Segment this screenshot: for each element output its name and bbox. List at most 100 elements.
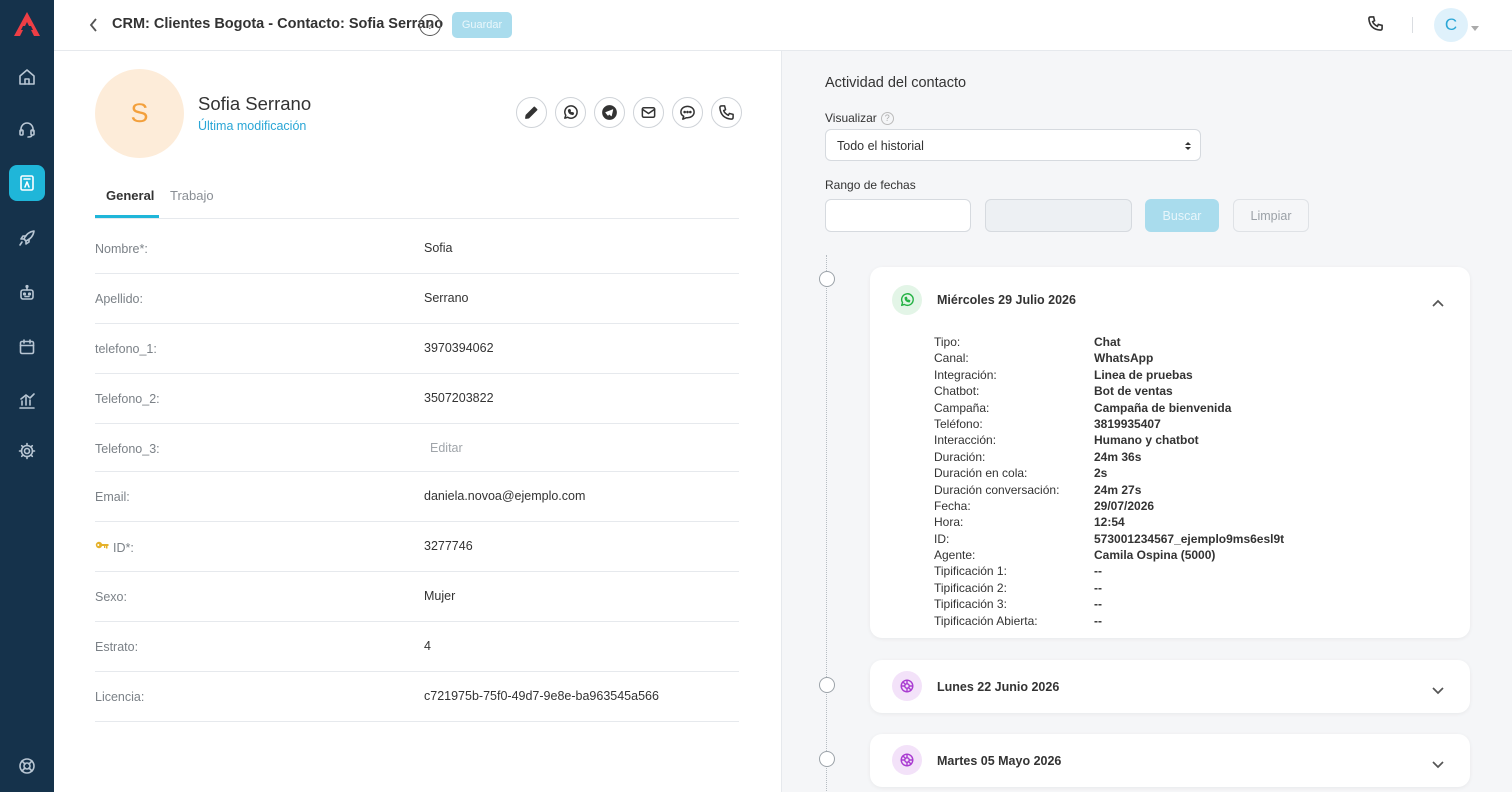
detail-label: Interacción: — [934, 433, 997, 448]
channel-badge — [892, 285, 922, 315]
user-avatar[interactable]: C — [1434, 8, 1468, 42]
page-title: CRM: Clientes Bogota - Contacto: Sofia S… — [112, 16, 444, 32]
field-label: telefono_1: — [95, 342, 157, 356]
detail-value: Campaña de bienvenida — [1094, 400, 1232, 415]
field-value[interactable]: 4 — [424, 639, 431, 653]
field-label: Email: — [95, 490, 130, 504]
save-button[interactable]: Guardar — [452, 12, 512, 38]
activity-date: Miércoles 29 Julio 2026 — [937, 293, 1076, 307]
activity-card-header[interactable]: Martes 05 Mayo 2026 — [870, 734, 1470, 786]
field-label: Telefono_2: — [95, 392, 160, 406]
sidebar-item-contacts[interactable] — [9, 165, 45, 201]
sidebar-item-bots[interactable] — [9, 275, 45, 311]
field-value[interactable]: Serrano — [424, 291, 468, 305]
sidebar-item-help-center[interactable] — [9, 748, 45, 784]
last-modified-link[interactable]: Última modificación — [198, 119, 306, 133]
activity-details: Tipo: Chat Canal: WhatsApp Integración: Lin… — [934, 335, 1454, 630]
detail-row: Tipificación 3: -- — [934, 597, 1454, 613]
contact-panel: S Sofia Serrano Última modificación Gene… — [54, 51, 781, 792]
field-label: Licencia: — [95, 690, 145, 704]
search-button[interactable]: Buscar — [1145, 199, 1219, 232]
whatsapp-button[interactable] — [555, 97, 586, 128]
detail-row: Tipo: Chat — [934, 335, 1454, 351]
detail-value: 3819935407 — [1094, 416, 1161, 431]
detail-value: 2s — [1094, 466, 1108, 481]
phone-icon — [719, 105, 734, 120]
edit-button[interactable] — [516, 97, 547, 128]
email-button[interactable] — [633, 97, 664, 128]
field-value[interactable]: Sofia — [424, 241, 453, 255]
detail-label: Duración: — [934, 449, 986, 464]
user-menu-caret[interactable] — [1471, 19, 1479, 31]
edit-placeholder[interactable]: Editar — [430, 441, 463, 455]
sidebar-item-home[interactable] — [9, 59, 45, 95]
detail-value: Humano y chatbot — [1094, 433, 1199, 448]
edit-icon — [525, 106, 538, 119]
brand-logo[interactable] — [12, 10, 42, 38]
sidebar-item-support[interactable] — [9, 111, 45, 147]
expand-button[interactable] — [1432, 756, 1444, 769]
detail-row: Interacción: Humano y chatbot — [934, 433, 1454, 449]
activity-card: Miércoles 29 Julio 2026 Tipo: Chat Canal:… — [870, 267, 1470, 638]
detail-row: Duración en cola: 2s — [934, 466, 1454, 482]
contact-avatar: S — [95, 69, 184, 158]
activity-card-header[interactable]: Lunes 22 Junio 2026 — [870, 660, 1470, 712]
help-button[interactable]: ? — [419, 14, 441, 36]
lifebuoy-icon — [19, 758, 35, 774]
tab-trabajo[interactable]: Trabajo — [170, 188, 214, 218]
detail-label: Agente: — [934, 548, 976, 563]
field-row-telefono-2: Telefono_2: 3507203822 — [95, 374, 739, 424]
back-button[interactable] — [84, 15, 104, 35]
detail-label: Duración conversación: — [934, 482, 1060, 497]
detail-value: Linea de pruebas — [1094, 367, 1193, 382]
sidebar — [0, 0, 54, 792]
home-icon — [19, 69, 35, 85]
detail-row: Duración: 24m 36s — [934, 450, 1454, 466]
collapse-button[interactable] — [1432, 294, 1444, 307]
date-end-input[interactable] — [985, 199, 1132, 232]
tab-general[interactable]: General — [106, 188, 154, 218]
toolbar-divider — [1412, 17, 1413, 33]
contact-actions — [516, 97, 742, 128]
phone-button[interactable] — [1367, 15, 1387, 35]
sidebar-item-reports[interactable] — [9, 383, 45, 419]
sidebar-item-campaigns[interactable] — [9, 220, 45, 256]
field-value[interactable]: 3507203822 — [424, 391, 494, 405]
sidebar-item-settings[interactable] — [9, 433, 45, 469]
chat-button[interactable] — [672, 97, 703, 128]
field-row-estrato: Estrato: 4 — [95, 622, 739, 672]
detail-row: Tipificación Abierta: -- — [934, 614, 1454, 630]
detail-row: Campaña: Campaña de bienvenida — [934, 401, 1454, 417]
field-label: Estrato: — [95, 640, 139, 654]
detail-label: Tipo: — [934, 335, 961, 349]
activity-date: Lunes 22 Junio 2026 — [937, 680, 1060, 694]
field-value[interactable]: c721975b-75f0-49d7-9e8e-ba963545a566 — [424, 689, 659, 703]
date-start-input[interactable] — [825, 199, 971, 232]
detail-label: Tipificación 2: — [934, 580, 1007, 595]
clear-button[interactable]: Limpiar — [1233, 199, 1309, 232]
call-button[interactable] — [711, 97, 742, 128]
channel-badge — [892, 745, 922, 775]
chat-bubble-icon — [680, 105, 695, 120]
telegram-button[interactable] — [594, 97, 625, 128]
view-select[interactable]: Todo el historial — [825, 129, 1201, 161]
contact-fields: Nombre*: Sofia Apellido: Serrano telefon… — [95, 224, 739, 722]
field-value[interactable]: Mujer — [424, 589, 455, 603]
view-help-icon[interactable]: ? — [880, 112, 894, 125]
sidebar-item-calendar[interactable] — [9, 329, 45, 365]
detail-row: Duración conversación: 24m 27s — [934, 483, 1454, 499]
field-value[interactable]: 3277746 — [424, 539, 473, 553]
field-value[interactable]: 3970394062 — [424, 341, 494, 355]
field-row-sexo: Sexo: Mujer — [95, 572, 739, 622]
activity-card-header[interactable]: Miércoles 29 Julio 2026 — [870, 267, 1470, 319]
expand-button[interactable] — [1432, 682, 1444, 695]
whatsapp-icon — [900, 293, 914, 307]
field-label-with-key: ID*: — [95, 540, 134, 555]
view-label: Visualizar? — [825, 111, 894, 125]
calendar-icon — [19, 339, 35, 355]
timeline-line — [826, 255, 827, 792]
view-select-value: Todo el historial — [837, 139, 924, 153]
field-value[interactable]: daniela.novoa@ejemplo.com — [424, 489, 585, 503]
active-tab-indicator — [95, 215, 159, 218]
field-row-licencia: Licencia: c721975b-75f0-49d7-9e8e-ba9635… — [95, 672, 739, 722]
